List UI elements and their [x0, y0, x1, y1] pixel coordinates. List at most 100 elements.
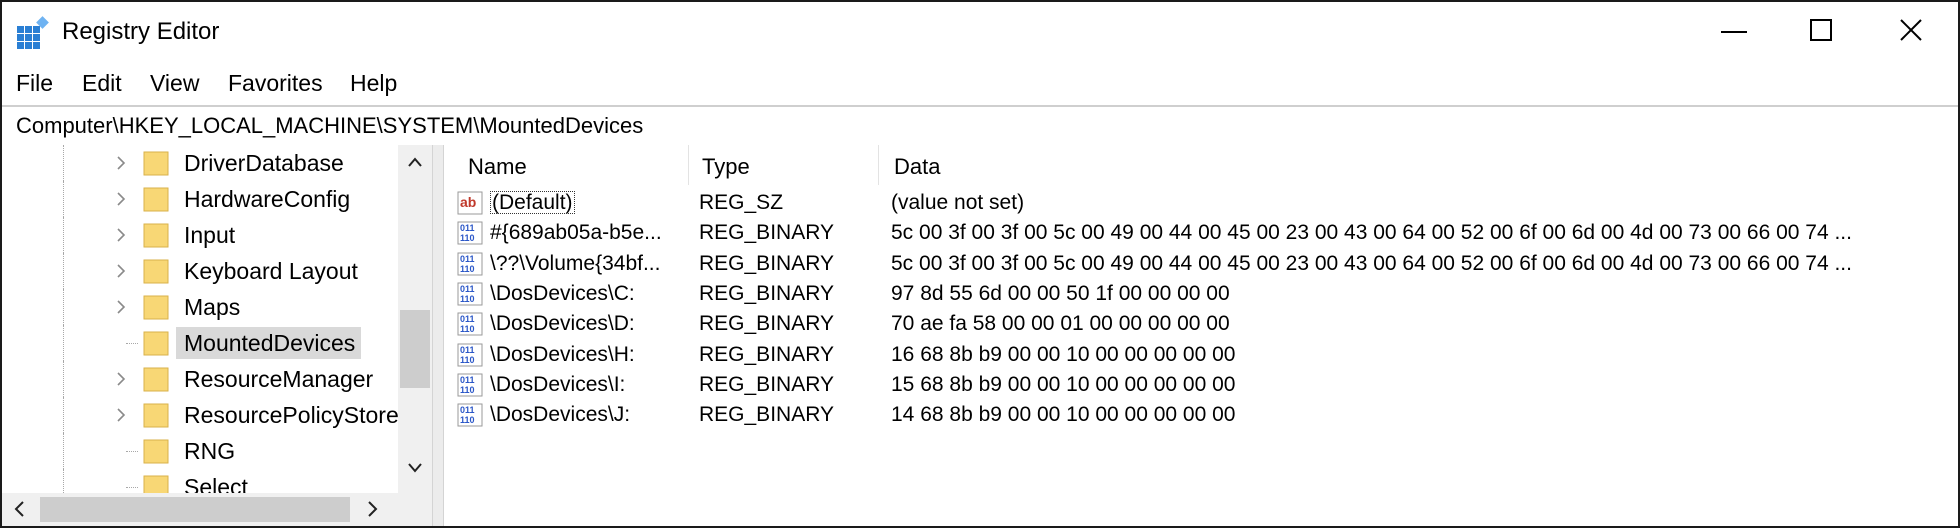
menu-bar: File Edit View Favorites Help [2, 64, 1958, 104]
value-row[interactable]: 011 110 #{689ab05a-b5e... REG_BINARY 5c 00 3… [444, 218, 1958, 248]
binary-value-icon: 011110 [457, 373, 483, 397]
svg-text:110: 110 [460, 264, 475, 274]
svg-text:110: 110 [460, 385, 475, 395]
folder-icon [143, 367, 169, 392]
value-row[interactable]: 011 110 \DosDevices\H: REG_BINARY 16 68 8b b… [444, 340, 1958, 370]
value-type: REG_SZ [699, 191, 784, 214]
menu-edit[interactable]: Edit [82, 68, 122, 98]
value-row[interactable]: 011 110 \??\Volume{34bf... REG_BINARY 5c 00 … [444, 249, 1958, 279]
registry-editor-app-icon [17, 16, 49, 49]
tree-item[interactable]: Maps [2, 289, 402, 325]
value-name[interactable]: \DosDevices\H: [490, 340, 660, 370]
scroll-down-icon[interactable] [408, 463, 422, 473]
scroll-left-icon[interactable] [14, 501, 24, 517]
value-row[interactable]: 011 110 \DosDevices\D: REG_BINARY 70 ae fa 5… [444, 309, 1958, 339]
tree-item-label[interactable]: HardwareConfig [176, 183, 356, 215]
tree-item[interactable]: DriverDatabase [2, 145, 402, 181]
tree-item[interactable]: ResourcePolicyStore [2, 397, 402, 433]
tree-item-label[interactable]: DriverDatabase [176, 147, 350, 179]
values-list[interactable]: Name Type Data ab (Default) REG_SZ (value n… [444, 145, 1958, 526]
folder-icon [143, 295, 169, 320]
value-name-focus[interactable]: (Default) [490, 191, 575, 214]
tree-connector-line [126, 343, 138, 345]
registry-tree[interactable]: DriverDatabase HardwareConfig Input Keyboar… [2, 145, 432, 526]
expand-chevron-icon[interactable] [116, 192, 126, 206]
expand-chevron-icon[interactable] [116, 372, 126, 386]
tree-item[interactable]: Keyboard Layout [2, 253, 402, 289]
tree-item-label[interactable]: ResourceManager [176, 363, 379, 395]
pane-splitter[interactable] [432, 145, 444, 526]
tree-guide-line [63, 289, 65, 325]
value-type: REG_BINARY [699, 221, 834, 244]
expand-chevron-icon[interactable] [116, 228, 126, 242]
value-name[interactable]: \DosDevices\D: [490, 309, 660, 339]
title-bar[interactable]: Registry Editor [2, 2, 1958, 62]
address-bar[interactable]: Computer\HKEY_LOCAL_MACHINE\SYSTEM\Mount… [2, 105, 1958, 147]
maximize-button[interactable] [1777, 2, 1867, 62]
value-name[interactable]: \DosDevices\I: [490, 370, 660, 400]
value-data: 5c 00 3f 00 3f 00 5c 00 49 00 44 00 45 0… [891, 221, 1852, 244]
tree-vertical-scroll-thumb[interactable] [400, 310, 430, 388]
tree-connector-line [126, 487, 138, 489]
column-divider[interactable] [878, 145, 879, 185]
close-button[interactable] [1866, 2, 1956, 62]
expand-chevron-icon[interactable] [116, 300, 126, 314]
tree-item[interactable]: MountedDevices [2, 325, 402, 361]
tree-item[interactable]: HardwareConfig [2, 181, 402, 217]
string-value-icon: ab [457, 191, 483, 215]
minimize-button[interactable] [1689, 2, 1779, 62]
tree-item-label[interactable]: MountedDevices [176, 327, 362, 359]
expand-chevron-icon[interactable] [116, 264, 126, 278]
tree-item-label[interactable]: Input [176, 219, 241, 251]
tree-item[interactable]: Input [2, 217, 402, 253]
value-data: (value not set) [891, 191, 1025, 214]
column-header-name[interactable]: Name [468, 153, 527, 181]
scroll-right-icon[interactable] [368, 501, 378, 517]
tree-item-label[interactable]: Maps [176, 291, 246, 323]
svg-text:011: 011 [460, 314, 475, 324]
column-divider[interactable] [688, 145, 689, 185]
tree-item-label[interactable]: RNG [176, 435, 241, 467]
value-row[interactable]: ab (Default) REG_SZ (value not set) [444, 188, 1958, 218]
tree-horizontal-scrollbar[interactable] [2, 493, 432, 526]
folder-icon [143, 187, 169, 212]
value-name[interactable]: \??\Volume{34bf... [490, 249, 660, 279]
column-header-type[interactable]: Type [702, 153, 750, 181]
maximize-icon [1810, 19, 1832, 41]
scroll-up-icon[interactable] [408, 157, 422, 167]
menu-view[interactable]: View [150, 68, 199, 98]
value-name[interactable]: #{689ab05a-b5e... [490, 218, 660, 248]
tree-guide-line [63, 433, 65, 469]
value-data: 15 68 8b b9 00 00 10 00 00 00 00 00 [891, 373, 1236, 396]
value-type: REG_BINARY [699, 252, 834, 275]
window-title: Registry Editor [62, 18, 220, 45]
tree-horizontal-scroll-thumb[interactable] [40, 497, 350, 522]
svg-text:110: 110 [460, 233, 475, 243]
minimize-icon [1721, 31, 1747, 33]
value-row[interactable]: 011 110 \DosDevices\I: REG_BINARY 15 68 8b b… [444, 370, 1958, 400]
value-data: 5c 00 3f 00 3f 00 5c 00 49 00 44 00 45 0… [891, 252, 1852, 275]
tree-item-label[interactable]: ResourcePolicyStore [176, 399, 405, 431]
binary-value-icon: 011110 [457, 252, 483, 276]
menu-file[interactable]: File [16, 68, 53, 98]
tree-item-label[interactable]: Keyboard Layout [176, 255, 364, 287]
svg-text:011: 011 [460, 284, 475, 294]
folder-icon [143, 403, 169, 428]
value-row[interactable]: 011 110 \DosDevices\C: REG_BINARY 97 8d 55 6… [444, 279, 1958, 309]
tree-item[interactable]: RNG [2, 433, 402, 469]
menu-help[interactable]: Help [350, 68, 397, 98]
expand-chevron-icon[interactable] [116, 156, 126, 170]
value-name[interactable]: \DosDevices\J: [490, 400, 660, 430]
tree-item[interactable]: ResourceManager [2, 361, 402, 397]
value-type: REG_BINARY [699, 373, 834, 396]
tree-vertical-scrollbar[interactable] [398, 145, 432, 493]
svg-text:011: 011 [460, 345, 475, 355]
svg-text:110: 110 [460, 355, 475, 365]
address-path[interactable]: Computer\HKEY_LOCAL_MACHINE\SYSTEM\Mount… [16, 111, 643, 141]
column-header-data[interactable]: Data [894, 153, 940, 181]
expand-chevron-icon[interactable] [116, 408, 126, 422]
value-name[interactable]: (Default) [490, 188, 660, 218]
value-name[interactable]: \DosDevices\C: [490, 279, 660, 309]
value-row[interactable]: 011 110 \DosDevices\J: REG_BINARY 14 68 8b b… [444, 400, 1958, 430]
menu-favorites[interactable]: Favorites [228, 68, 323, 98]
